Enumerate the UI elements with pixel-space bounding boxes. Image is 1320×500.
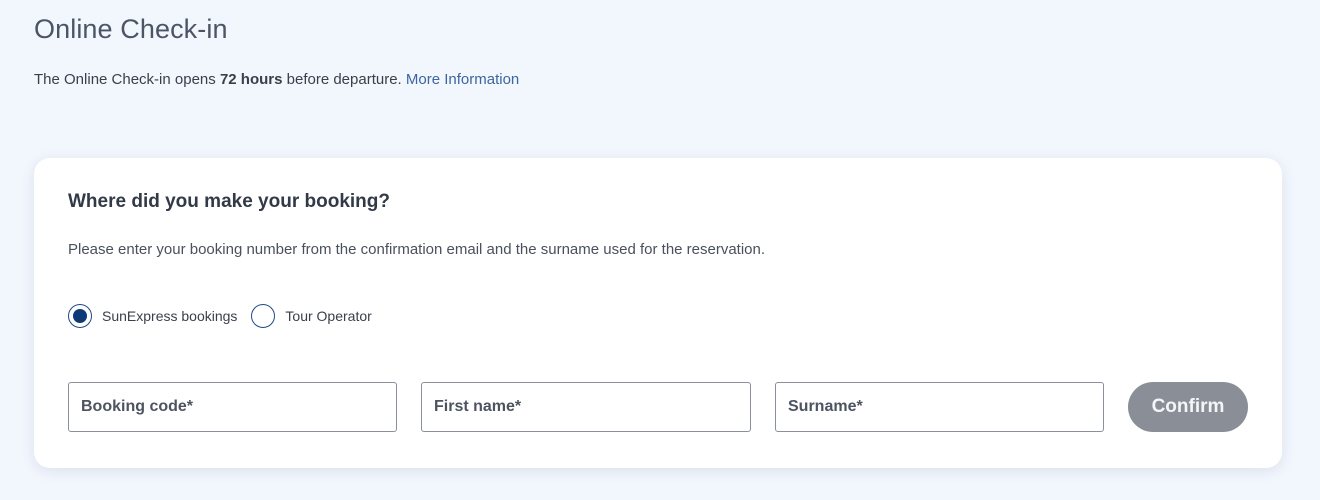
more-information-link[interactable]: More Information bbox=[406, 71, 519, 88]
surname-field[interactable] bbox=[775, 382, 1104, 432]
radio-label-sunexpress: SunExpress bookings bbox=[102, 308, 238, 324]
booking-card-description: Please enter your booking number from th… bbox=[68, 241, 766, 258]
booking-code-input[interactable] bbox=[81, 383, 396, 431]
radio-dot-icon bbox=[73, 309, 87, 323]
checkin-intro-text: The Online Check-in opens 72 hours befor… bbox=[34, 71, 519, 88]
booking-card-title: Where did you make your booking? bbox=[68, 191, 390, 212]
radio-circle-selected-icon[interactable] bbox=[68, 304, 92, 328]
intro-hours: 72 hours bbox=[219, 71, 283, 88]
booking-card: Where did you make your booking? Please … bbox=[34, 158, 1282, 468]
intro-prefix: The Online Check-in opens bbox=[34, 71, 220, 88]
booking-source-radio-group: SunExpress bookings Tour Operator bbox=[68, 304, 386, 328]
surname-input[interactable] bbox=[788, 383, 1103, 431]
radio-tour-operator[interactable]: Tour Operator bbox=[251, 304, 372, 328]
page-title: Online Check-in bbox=[34, 14, 228, 44]
radio-sunexpress-bookings[interactable]: SunExpress bookings bbox=[68, 304, 237, 328]
radio-circle-empty-icon[interactable] bbox=[251, 304, 276, 328]
booking-code-field[interactable] bbox=[68, 382, 397, 432]
intro-suffix: before departure. bbox=[282, 71, 406, 88]
first-name-field[interactable] bbox=[421, 382, 751, 432]
confirm-button[interactable]: Confirm bbox=[1128, 382, 1248, 432]
first-name-input[interactable] bbox=[434, 383, 750, 431]
radio-label-tour-operator: Tour Operator bbox=[285, 308, 372, 324]
